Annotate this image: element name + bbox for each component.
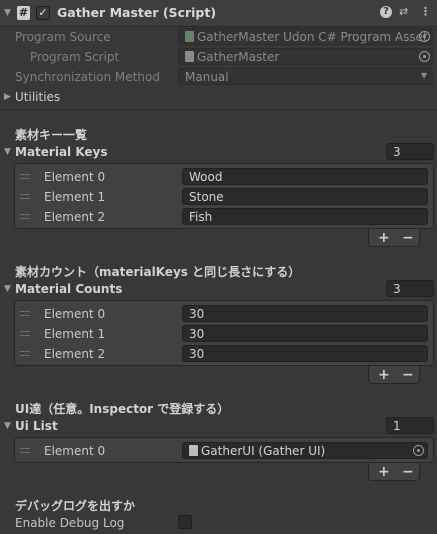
- keys-foldout-icon[interactable]: ▼: [4, 147, 11, 157]
- drag-handle-icon[interactable]: [20, 194, 30, 199]
- program-source-field[interactable]: GatherMaster Udon C# Program Asset (: [178, 28, 433, 45]
- drag-handle-icon[interactable]: [20, 351, 30, 356]
- list-item-label: Element 1: [44, 327, 106, 341]
- ui-list-remove-button[interactable]: −: [402, 465, 414, 479]
- list-item-label: Element 0: [44, 444, 106, 458]
- debug-section-header: デバッグログを出すか: [15, 499, 136, 513]
- component-enabled-checkbox[interactable]: ✓: [36, 6, 50, 20]
- udon-asset-icon: [185, 31, 194, 42]
- keys-section-header: 素材キー一覧: [15, 128, 88, 142]
- debug-log-label: Enable Debug Log: [15, 516, 125, 530]
- program-script-value: GatherMaster: [197, 50, 280, 64]
- drag-handle-icon[interactable]: [20, 331, 30, 336]
- counts-list-title[interactable]: Material Counts: [15, 282, 122, 296]
- sync-method-label: Synchronization Method: [15, 70, 160, 84]
- sync-method-dropdown[interactable]: Manual: [178, 68, 433, 85]
- program-source-value: GatherMaster Udon C# Program Asset (: [197, 30, 433, 44]
- script-icon: #: [17, 6, 30, 20]
- keys-element-0-input[interactable]: Wood: [182, 168, 428, 185]
- utilities-label[interactable]: Utilities: [15, 90, 60, 104]
- counts-size-field[interactable]: 3: [386, 280, 434, 297]
- list-item-label: Element 1: [44, 190, 106, 204]
- presets-icon[interactable]: ⇄: [399, 5, 408, 18]
- help-icon[interactable]: ?: [380, 6, 392, 18]
- list-item-label: Element 2: [44, 210, 106, 224]
- program-source-label: Program Source: [15, 30, 111, 44]
- keys-remove-button[interactable]: −: [402, 231, 414, 245]
- ui-list-add-button[interactable]: +: [378, 465, 390, 479]
- ui-list-size-field[interactable]: 1: [386, 417, 434, 434]
- ui-list-foldout-icon[interactable]: ▼: [4, 421, 11, 431]
- more-options-icon[interactable]: ⋮: [420, 5, 431, 18]
- debug-log-checkbox[interactable]: [178, 515, 192, 529]
- ui-list-title[interactable]: Ui List: [15, 419, 58, 433]
- keys-size-field[interactable]: 3: [386, 143, 434, 160]
- keys-list-title[interactable]: Material Keys: [15, 145, 108, 159]
- keys-element-2-input[interactable]: Fish: [182, 208, 428, 225]
- counts-foldout-icon[interactable]: ▼: [4, 284, 11, 294]
- keys-element-1-input[interactable]: Stone: [182, 188, 428, 205]
- counts-remove-button[interactable]: −: [402, 368, 414, 382]
- program-script-field[interactable]: GatherMaster: [178, 48, 433, 65]
- ui-element-0-object-field[interactable]: GatherUI (Gather UI): [182, 442, 428, 459]
- keys-add-button[interactable]: +: [378, 231, 390, 245]
- object-icon: [189, 445, 198, 456]
- component-title: Gather Master (Script): [57, 5, 217, 20]
- drag-handle-icon[interactable]: [20, 448, 30, 453]
- dropdown-arrow-icon: ▼: [421, 71, 428, 80]
- utilities-foldout-icon[interactable]: ▶: [4, 92, 11, 102]
- foldout-arrow-icon[interactable]: ▼: [4, 8, 11, 18]
- object-picker-icon[interactable]: [419, 31, 430, 42]
- list-item-label: Element 0: [44, 307, 106, 321]
- drag-handle-icon[interactable]: [20, 214, 30, 219]
- counts-section-header: 素材カウント（materialKeys と同じ長さにする）: [15, 265, 301, 279]
- counts-element-0-input[interactable]: 30: [182, 305, 428, 322]
- divider: [0, 109, 437, 110]
- sync-method-value: Manual: [185, 70, 229, 84]
- ui-element-0-value: GatherUI (Gather UI): [201, 444, 326, 458]
- object-picker-icon[interactable]: [413, 445, 424, 456]
- counts-element-2-input[interactable]: 30: [182, 345, 428, 362]
- object-picker-icon[interactable]: [419, 51, 430, 62]
- list-item-label: Element 0: [44, 170, 106, 184]
- drag-handle-icon[interactable]: [20, 311, 30, 316]
- program-script-label: Program Script: [30, 50, 120, 64]
- ui-section-header: UI達（任意。Inspector で登録する）: [15, 402, 230, 416]
- drag-handle-icon[interactable]: [20, 174, 30, 179]
- counts-add-button[interactable]: +: [378, 368, 390, 382]
- list-item-label: Element 2: [44, 347, 106, 361]
- script-file-icon: [185, 51, 194, 62]
- counts-element-1-input[interactable]: 30: [182, 325, 428, 342]
